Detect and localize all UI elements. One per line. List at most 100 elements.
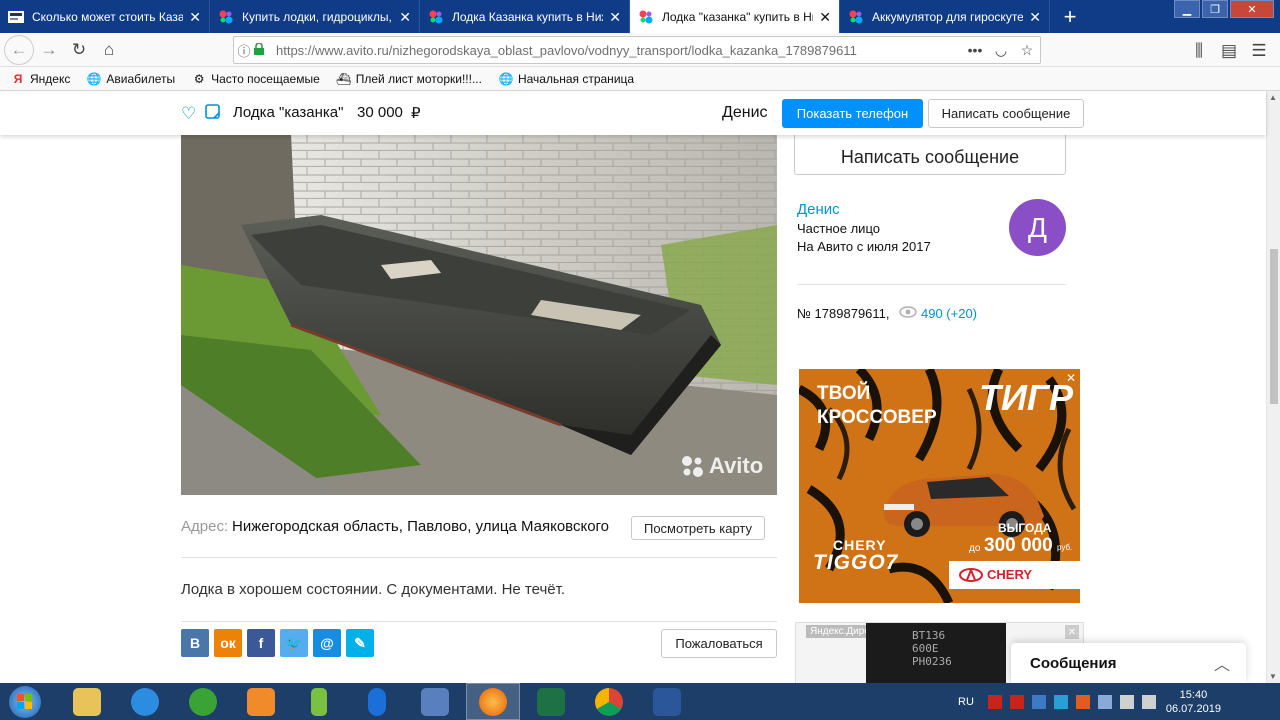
browser-tab-5[interactable]: Аккумулятор для гироскутера ✕	[840, 0, 1050, 33]
listing-photo[interactable]: Avito	[181, 135, 777, 495]
yandex-icon: Я	[13, 71, 23, 86]
browser-tab-2[interactable]: Купить лодки, гидроциклы, ка ✕	[210, 0, 420, 33]
back-button[interactable]: ←	[4, 34, 34, 65]
home-button[interactable]: ⌂	[94, 35, 124, 65]
seller-since: На Авито с июля 2017	[797, 239, 931, 254]
forward-button[interactable]: →	[34, 35, 64, 65]
minimize-button[interactable]: ▁	[1174, 0, 1200, 18]
pdf-tray-icon[interactable]	[987, 694, 1002, 709]
bookmark-label: Начальная страница	[517, 71, 635, 86]
toolbar-right: ⫼ ▤ ☰	[1184, 36, 1274, 66]
page-scrollbar[interactable]: ▲ ▼	[1266, 91, 1280, 683]
boat-icon: ⛴	[336, 71, 352, 86]
tab-title: Купить лодки, гидроциклы, ка	[242, 9, 394, 24]
close-tab-icon[interactable]: ✕	[819, 10, 831, 24]
ad-close-icon[interactable]: ✕	[1065, 625, 1079, 639]
bookmark-yandex[interactable]: Я Яндекс	[10, 71, 71, 87]
sidebar-icon[interactable]: ▤	[1214, 36, 1244, 66]
office-tray-icon[interactable]	[1075, 694, 1090, 709]
chery-ad-banner[interactable]: ТВОЙ КРОССОВЕР ТИГР ВЫГОДА до 300 000 ру…	[799, 369, 1080, 603]
views-count[interactable]: 490 (+20)	[921, 306, 977, 321]
firefox-taskbar-icon[interactable]	[466, 683, 520, 720]
scroll-up-arrow[interactable]: ▲	[1269, 93, 1277, 102]
info-icon[interactable]: ⓘ	[234, 41, 254, 60]
bookmark-playlist[interactable]: ⛴ Плей лист моторки!!!...	[336, 71, 482, 87]
clock[interactable]: 15:40 06.07.2019	[1166, 688, 1221, 716]
scrollbar-thumb[interactable]	[1270, 249, 1278, 404]
tools-taskbar-icon[interactable]	[408, 683, 462, 720]
seller-name[interactable]: Денис	[797, 201, 840, 218]
facebook-share-icon[interactable]: f	[247, 629, 275, 657]
browser-tab-3[interactable]: Лодка Казанка купить в Нижег ✕	[420, 0, 630, 33]
page-actions-icon[interactable]: •••	[962, 42, 988, 58]
display-tray-icon[interactable]	[1097, 694, 1112, 709]
explorer-taskbar-icon[interactable]	[60, 683, 114, 720]
ad-profit-unit: руб.	[1057, 543, 1073, 552]
windows-logo-icon	[17, 693, 32, 709]
menu-icon[interactable]: ☰	[1244, 36, 1274, 66]
network-taskbar-icon[interactable]	[176, 683, 230, 720]
ok-share-icon[interactable]: ок	[214, 629, 242, 657]
network-tray-icon[interactable]	[1119, 694, 1134, 709]
start-button[interactable]	[0, 683, 50, 720]
twitter-share-icon[interactable]: 🐦	[280, 629, 308, 657]
maximize-button[interactable]: ❐	[1202, 0, 1228, 18]
library-icon[interactable]: ⫼	[1184, 36, 1214, 66]
watermark-text: Avito	[709, 453, 764, 478]
browser-tab-1[interactable]: Сколько может стоить Казанк ✕	[0, 0, 210, 33]
app-tray-icon[interactable]	[1053, 694, 1068, 709]
media-taskbar-icon[interactable]	[234, 683, 288, 720]
monitor-tray-icon[interactable]	[1031, 694, 1046, 709]
seller-type: Частное лицо	[797, 221, 880, 236]
mail-share-icon[interactable]: @	[313, 629, 341, 657]
ad-close-button[interactable]: ✕	[1066, 371, 1076, 385]
address-label: Адрес:	[181, 518, 229, 535]
bookmark-label: Часто посещаемые	[211, 71, 320, 86]
bookmark-flights[interactable]: 🌐 Авиабилеты	[86, 71, 175, 87]
language-indicator[interactable]: RU	[958, 696, 974, 708]
complain-button[interactable]: Пожаловаться	[661, 629, 777, 658]
excel-taskbar-icon[interactable]	[524, 683, 578, 720]
chevron-up-icon[interactable]: ︿	[1214, 651, 1230, 675]
favorite-heart-icon[interactable]: ♡	[181, 104, 196, 124]
new-tab-button[interactable]: +	[1050, 0, 1090, 33]
bluetooth-taskbar-icon[interactable]	[350, 683, 404, 720]
messages-panel[interactable]: Сообщения ︿	[1011, 643, 1246, 683]
gear-icon: ⚙	[193, 71, 205, 86]
flag-tray-icon[interactable]	[1009, 694, 1024, 709]
address-bar[interactable]: ⓘ https://www.avito.ru/nizhegorodskaya_o…	[233, 36, 1041, 64]
share-buttons: В ок f 🐦 @ ✎	[181, 629, 374, 657]
close-tab-icon[interactable]: ✕	[399, 10, 411, 24]
bookmark-label: Плей лист моторки!!!...	[355, 71, 482, 86]
sidebar-divider	[797, 284, 1066, 285]
close-window-button[interactable]: ✕	[1230, 0, 1274, 18]
write-message-button[interactable]: Написать сообщение	[928, 99, 1084, 128]
ie-taskbar-icon[interactable]	[118, 683, 172, 720]
close-tab-icon[interactable]: ✕	[189, 10, 201, 24]
bookmark-most-visited[interactable]: ⚙ Часто посещаемые	[191, 71, 320, 87]
vk-share-icon[interactable]: В	[181, 629, 209, 657]
seller-avatar[interactable]: Д	[1009, 199, 1066, 256]
address-value: Нижегородская область, Павлово, улица Ма…	[232, 518, 610, 535]
description-text: Лодка в хорошем состоянии. С документами…	[181, 581, 566, 598]
volume-tray-icon[interactable]	[1141, 694, 1156, 709]
note-icon[interactable]	[205, 104, 220, 125]
browser-tab-active[interactable]: Лодка "казанка" купить в Ниж ✕	[630, 0, 840, 34]
url-text[interactable]: https://www.avito.ru/nizhegorodskaya_obl…	[276, 43, 962, 58]
scroll-down-arrow[interactable]: ▼	[1269, 672, 1277, 681]
livejournal-share-icon[interactable]: ✎	[346, 629, 374, 657]
bookmark-start-page[interactable]: 🌐 Начальная страница	[498, 71, 634, 87]
show-map-button[interactable]: Посмотреть карту	[631, 516, 765, 540]
word-taskbar-icon[interactable]	[640, 683, 694, 720]
close-tab-icon[interactable]: ✕	[609, 10, 621, 24]
lock-icon[interactable]	[254, 41, 272, 58]
bookmark-star-icon[interactable]: ☆	[1014, 42, 1040, 59]
pocket-icon[interactable]: ◡	[988, 42, 1014, 59]
reload-button[interactable]: ↻	[64, 35, 94, 65]
battery-taskbar-icon[interactable]	[292, 683, 346, 720]
header-seller-name[interactable]: Денис	[722, 104, 768, 122]
close-tab-icon[interactable]: ✕	[1029, 10, 1041, 24]
chrome-taskbar-icon[interactable]	[582, 683, 636, 720]
bookmarks-toolbar: Я Яндекс 🌐 Авиабилеты ⚙ Часто посещаемые ⛴ П…	[0, 67, 1280, 91]
show-phone-button[interactable]: Показать телефон	[782, 99, 923, 128]
